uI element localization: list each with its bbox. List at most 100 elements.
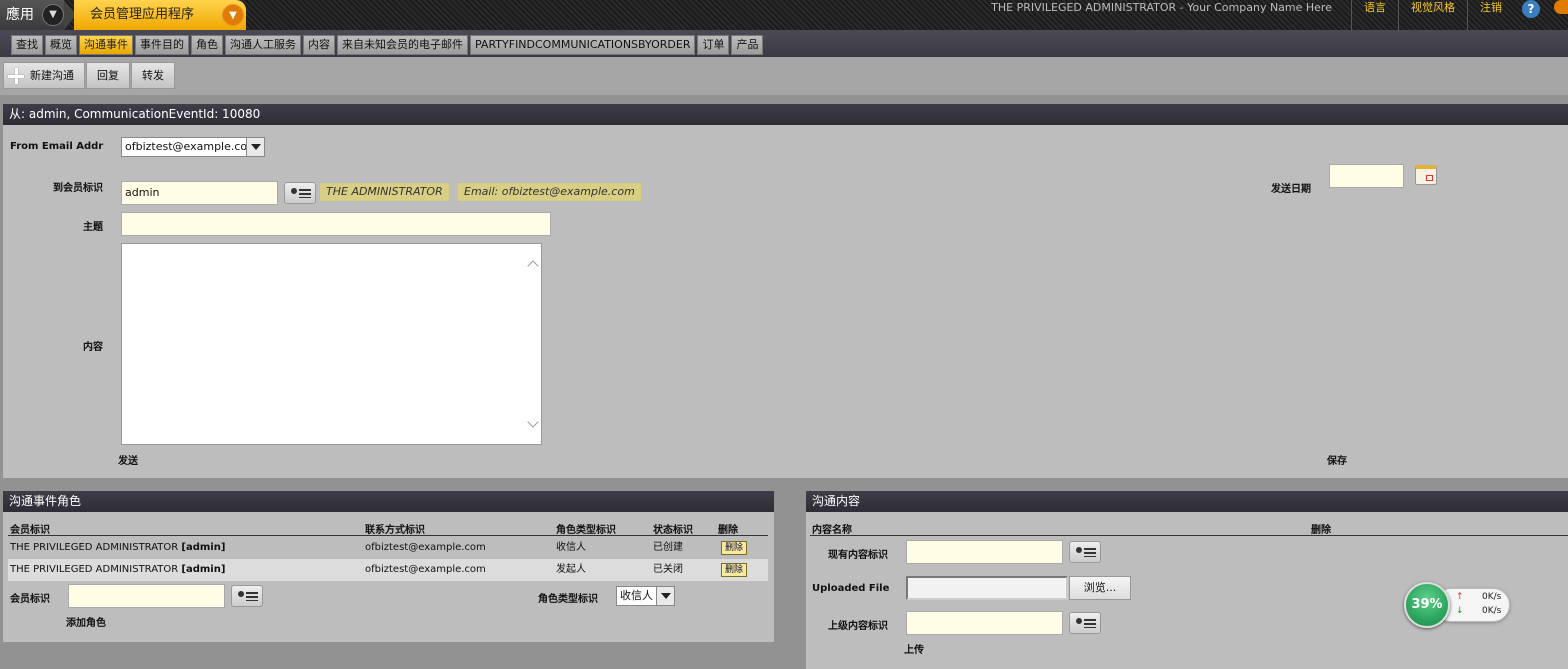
contact-card-icon[interactable] — [1069, 541, 1101, 563]
content-header: 沟通内容 — [806, 491, 1568, 512]
scrollbar[interactable] — [525, 244, 541, 444]
browse-button[interactable]: 浏览... — [1069, 576, 1131, 600]
to-party-label: 到会员标识 — [53, 183, 103, 194]
roles-col-delete: 删除 — [718, 525, 738, 536]
main-nav: 查找 概览 沟通事件 事件目的 角色 沟通人工服务 内容 来自未知会员的电子邮件 PARTYFI… — [0, 30, 1568, 57]
usage-percent: 39% — [1404, 582, 1450, 628]
nav-tab[interactable]: 产品 — [731, 35, 764, 55]
reply-button[interactable]: 回复 — [86, 62, 130, 89]
top-bar: 應用 ▼ 会员管理应用程序 ▼ THE PRIVILEGED ADMINISTR… — [0, 0, 1568, 30]
add-role-button[interactable]: 添加角色 — [66, 614, 106, 629]
subject-input[interactable] — [121, 212, 551, 236]
content-label: 内容 — [83, 342, 103, 353]
contact-card-icon[interactable] — [284, 182, 316, 204]
nav-tab[interactable]: 事件目的 — [135, 35, 189, 55]
status: 已创建 — [653, 542, 683, 553]
roles-header: 沟通事件角色 — [3, 491, 774, 512]
current-app[interactable]: 会员管理应用程序 ▼ — [74, 0, 246, 30]
power-icon[interactable] — [1554, 0, 1568, 14]
role-type: 发起人 — [556, 564, 586, 575]
to-party-input[interactable]: admin — [121, 181, 278, 205]
table-row: THE PRIVILEGED ADMINISTRATOR [admin] ofb… — [8, 537, 768, 559]
nav-tab[interactable]: 订单 — [697, 35, 730, 55]
content-col-name: 内容名称 — [812, 525, 852, 536]
roles-col-party: 会员标识 — [10, 525, 50, 536]
nav-tab[interactable]: 查找 — [11, 35, 43, 55]
parent-content-input[interactable] — [906, 611, 1063, 635]
chevron-down-icon — [246, 138, 264, 156]
download-speed: 0K/s — [1482, 606, 1502, 616]
roles-col-role: 角色类型标识 — [556, 525, 616, 536]
from-email-select[interactable]: ofbiztest@example.com — [121, 137, 265, 157]
role-type: 收信人 — [556, 542, 586, 553]
forward-button[interactable]: 转发 — [131, 62, 175, 89]
upload-button[interactable]: 上传 — [904, 641, 924, 656]
upload-speed: 0K/s — [1482, 592, 1502, 602]
divider — [810, 535, 1568, 536]
nav-tab[interactable]: 内容 — [303, 35, 335, 55]
divider — [8, 535, 768, 536]
chevron-down-icon[interactable]: ▼ — [42, 4, 64, 26]
delete-button[interactable]: 删除 — [721, 563, 747, 577]
file-path-field[interactable] — [906, 576, 1068, 600]
apps-menu[interactable]: 應用 ▼ — [0, 0, 64, 30]
add-party-label: 会员标识 — [10, 594, 50, 605]
chevron-down-icon[interactable]: ▼ — [222, 4, 244, 26]
content-col-delete: 删除 — [1311, 525, 1331, 536]
roles-col-status: 状态标识 — [653, 525, 693, 536]
network-speed-widget[interactable]: 39% ↑ ↓ 0K/s 0K/s — [1404, 582, 1510, 628]
content-textarea[interactable] — [121, 243, 542, 445]
contact-card-icon[interactable] — [231, 585, 263, 607]
apps-label: 應用 — [6, 7, 34, 23]
user-info: THE PRIVILEGED ADMINISTRATOR - Your Comp… — [991, 1, 1332, 14]
existing-content-input[interactable] — [906, 540, 1063, 564]
contact-card-icon[interactable] — [1069, 612, 1101, 634]
send-button[interactable]: 发送 — [118, 452, 138, 467]
nav-tab[interactable]: 角色 — [191, 35, 223, 55]
download-arrow-icon: ↓ — [1456, 606, 1464, 616]
roles-col-contact: 联系方式标识 — [365, 525, 425, 536]
nav-tab[interactable]: 沟通事件 — [79, 35, 133, 55]
language-link[interactable]: 语言 — [1351, 0, 1398, 30]
table-row: THE PRIVILEGED ADMINISTRATOR [admin] ofb… — [8, 559, 768, 581]
existing-content-label: 现有内容标识 — [828, 550, 888, 561]
party-id[interactable]: [admin] — [181, 542, 225, 553]
action-bar: 新建沟通 回复 转发 — [0, 57, 1568, 95]
visual-theme-link[interactable]: 视觉风格 — [1398, 0, 1467, 30]
role-type-select[interactable]: 收信人 — [616, 586, 675, 606]
nav-tab[interactable]: 沟通人工服务 — [225, 35, 301, 55]
party-name: THE PRIVILEGED ADMINISTRATOR — [10, 564, 179, 575]
calendar-icon[interactable] — [1415, 165, 1437, 185]
party-id[interactable]: [admin] — [181, 564, 225, 575]
logout-link[interactable]: 注销 — [1467, 0, 1514, 30]
status: 已关闭 — [653, 564, 683, 575]
help-icon[interactable]: ? — [1522, 0, 1540, 18]
form-header: 从: admin, CommunicationEventId: 10080 — [3, 104, 1568, 125]
chevron-down-icon[interactable] — [527, 416, 539, 428]
save-button[interactable]: 保存 — [1327, 452, 1347, 467]
top-links: 语言 视觉风格 注销 ? — [1351, 0, 1568, 30]
subject-label: 主题 — [83, 222, 103, 233]
add-party-input[interactable] — [68, 584, 225, 608]
chevron-up-icon[interactable] — [527, 260, 539, 272]
send-date-label: 发送日期 — [1271, 184, 1311, 195]
party-name: THE PRIVILEGED ADMINISTRATOR — [10, 542, 179, 553]
contact-mech: ofbiztest@example.com — [365, 542, 486, 553]
parent-content-label: 上级内容标识 — [828, 621, 888, 632]
upload-arrow-icon: ↑ — [1456, 592, 1464, 602]
nav-tab[interactable]: PARTYFINDCOMMUNICATIONSBYORDER — [470, 35, 696, 55]
chevron-down-icon — [656, 587, 674, 605]
party-name-hint: THE ADMINISTRATOR — [320, 183, 449, 201]
nav-tab[interactable]: 来自未知会员的电子邮件 — [337, 35, 468, 55]
uploaded-file-label: Uploaded File — [812, 583, 890, 594]
role-type-label: 角色类型标识 — [538, 594, 598, 605]
from-email-label: From Email Addr — [10, 141, 104, 152]
contact-mech: ofbiztest@example.com — [365, 564, 486, 575]
delete-button[interactable]: 删除 — [721, 541, 747, 555]
nav-tabs: 查找 概览 沟通事件 事件目的 角色 沟通人工服务 内容 来自未知会员的电子邮件 PARTYFI… — [11, 35, 764, 55]
plus-icon — [8, 68, 24, 84]
current-app-title: 会员管理应用程序 — [90, 7, 195, 22]
send-date-input[interactable] — [1329, 164, 1404, 188]
nav-tab[interactable]: 概览 — [45, 35, 77, 55]
new-communication-button[interactable]: 新建沟通 — [3, 62, 85, 89]
